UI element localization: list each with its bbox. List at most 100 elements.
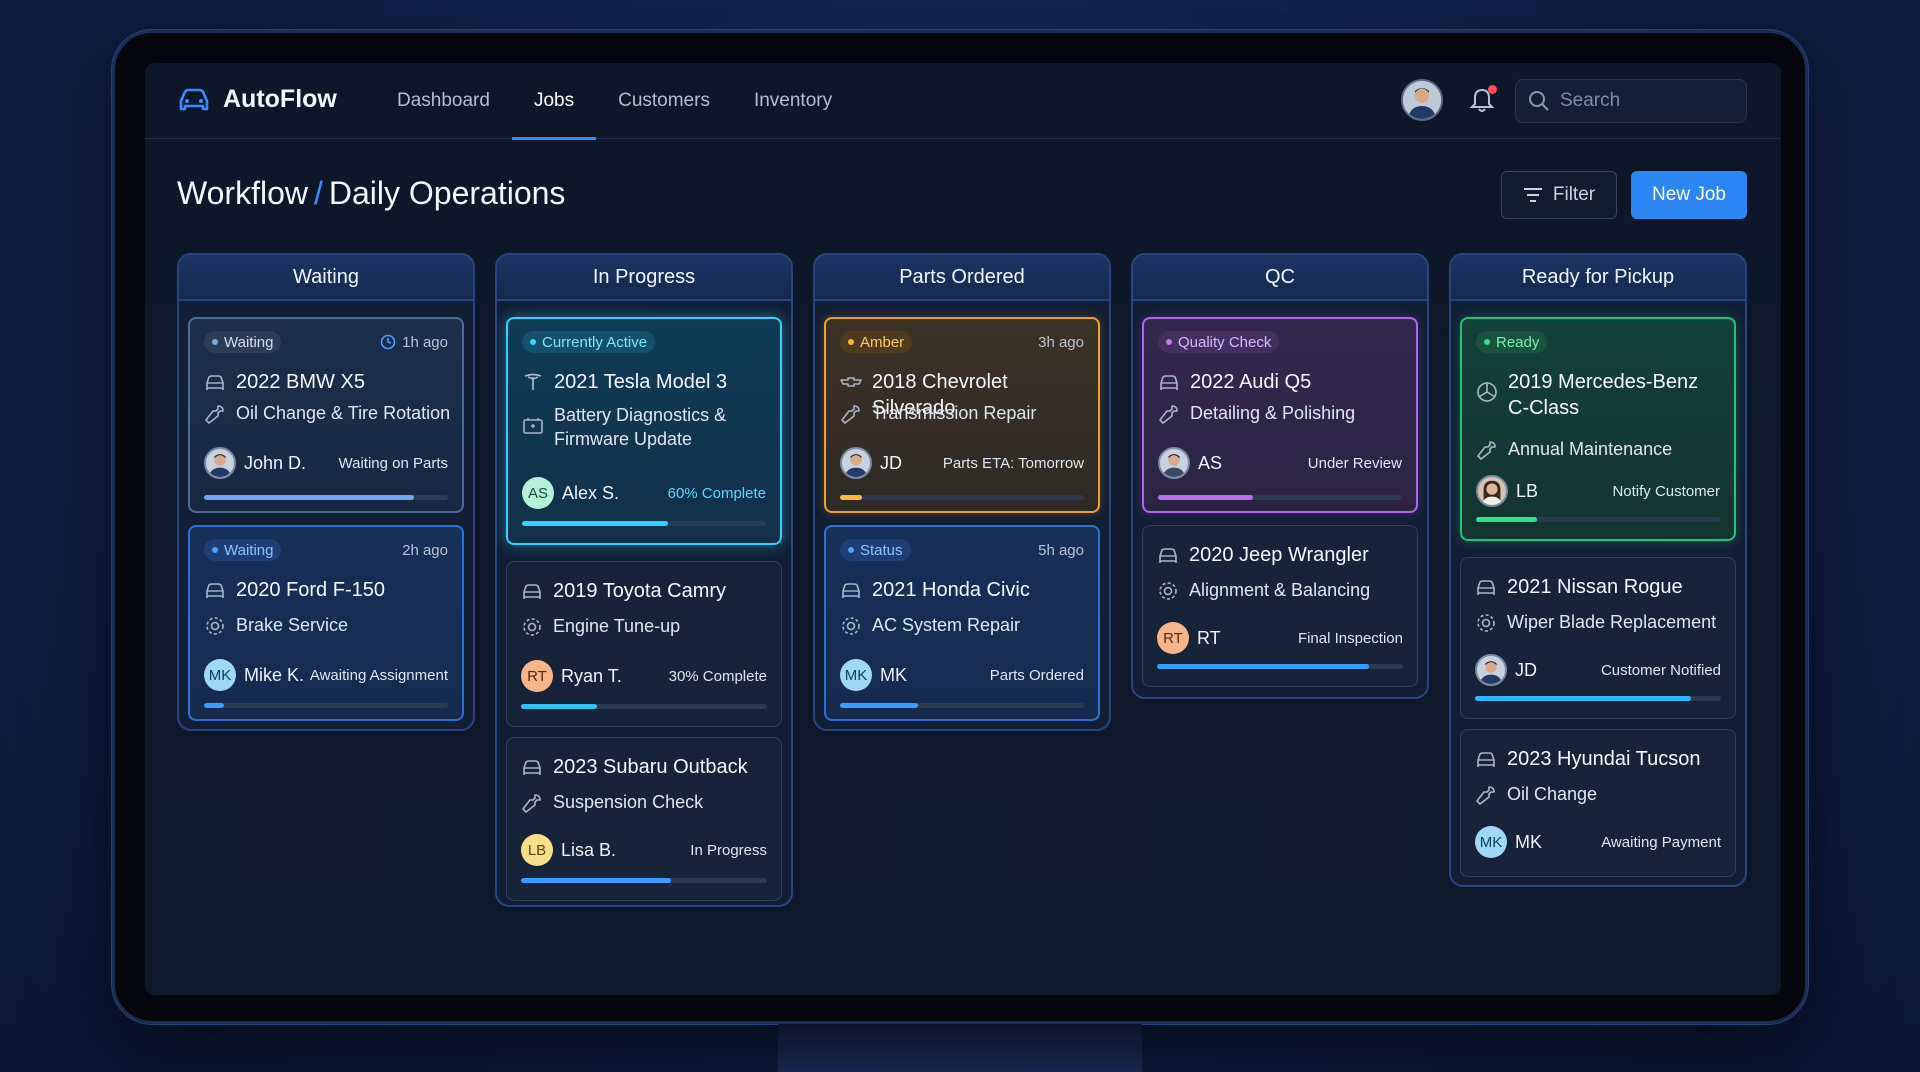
job-status: Parts ETA: Tomorrow: [942, 454, 1084, 472]
time-ago: 3h ago: [1038, 333, 1084, 351]
assignee-avatar: [840, 447, 872, 479]
vehicle-name: 2019 Toyota Camry: [553, 580, 727, 602]
job-status: Final Inspection: [1297, 629, 1403, 647]
assignee-avatar: AS: [522, 477, 554, 509]
car-icon: [1160, 375, 1178, 390]
column-header: In Progress: [497, 255, 791, 301]
wrench-icon: [522, 794, 541, 813]
search-box[interactable]: [1515, 79, 1747, 123]
car-icon: [206, 375, 224, 390]
job-card[interactable]: Quality Check 2022 Audi Q5 Detailing & P…: [1142, 317, 1418, 513]
assignee-name: MK: [880, 664, 907, 685]
progress-bar: [204, 495, 448, 500]
assignee-name: AS: [1198, 452, 1223, 473]
filter-button[interactable]: Filter: [1501, 171, 1617, 219]
job-card[interactable]: 2019 Toyota Camry Engine Tune-up RT Ryan…: [506, 561, 782, 727]
wrench-icon: [1477, 441, 1496, 460]
progress-bar: [1476, 517, 1720, 522]
vehicle-name: 2021 Honda Civic: [872, 579, 1030, 601]
wrench-icon: [841, 405, 860, 424]
vehicle-name: 2022 Audi Q5: [1190, 371, 1312, 393]
assignee-name: Alex S.: [562, 482, 620, 503]
job-card[interactable]: 2023 Subaru Outback Suspension Check LB …: [506, 737, 782, 901]
job-status: Notify Customer: [1612, 482, 1720, 500]
vehicle-name: 2020 Jeep Wrangler: [1189, 544, 1369, 566]
vehicle-name: 2021 Nissan Rogue: [1507, 576, 1683, 598]
progress-fill: [521, 878, 672, 883]
status-badge: Status: [840, 539, 911, 561]
user-avatar[interactable]: [1401, 79, 1443, 121]
logo[interactable]: AutoFlow: [177, 85, 337, 114]
time-ago: 1h ago: [380, 334, 448, 351]
nav-jobs[interactable]: Jobs: [511, 63, 597, 140]
vehicle-name: 2022 BMW X5: [236, 371, 365, 393]
nav-dashboard[interactable]: Dashboard: [375, 63, 512, 139]
assignee-avatar: [1158, 447, 1190, 479]
time-ago: 5h ago: [1038, 541, 1084, 559]
status-badge: Quality Check: [1158, 331, 1280, 353]
gear-icon: [1477, 614, 1495, 632]
breadcrumb-root[interactable]: Workflow: [177, 175, 308, 211]
person-icon: [1479, 661, 1503, 684]
progress-fill: [840, 495, 862, 500]
notification-dot: [1488, 85, 1497, 94]
service-name: Suspension Check: [553, 792, 704, 812]
assignee-name: LB: [1516, 480, 1539, 501]
job-card[interactable]: Status 5h ago 2021 Honda Civic AC System…: [824, 525, 1100, 721]
progress-bar: [1158, 495, 1402, 500]
job-card[interactable]: Ready 2019 Mercedes-Benz C-Class Annual …: [1460, 317, 1736, 541]
column-header: QC: [1133, 255, 1427, 301]
new-job-button[interactable]: New Job: [1631, 171, 1747, 219]
progress-fill: [1158, 495, 1254, 500]
job-card[interactable]: Currently Active 2021 Tesla Model 3 Batt…: [506, 317, 782, 545]
job-card[interactable]: Waiting 1h ago 2022 BMW X5 Oil Change & …: [188, 317, 464, 513]
car-icon: [842, 583, 860, 598]
job-card[interactable]: 2023 Hyundai Tucson Oil Change MK MK Awa…: [1460, 729, 1736, 877]
progress-bar: [521, 878, 767, 883]
job-card[interactable]: 2021 Nissan Rogue Wiper Blade Replacemen…: [1460, 557, 1736, 719]
status-badge: Currently Active: [522, 331, 656, 353]
progress-fill: [522, 521, 669, 526]
assignee-avatar: [1475, 654, 1507, 686]
assignee-name: Lisa B.: [561, 839, 617, 860]
column-waiting: Waiting Waiting 1h ago 2022 BMW X5 Oil C…: [177, 253, 475, 731]
gear-icon: [523, 618, 541, 636]
service-name: Engine Tune-up: [553, 616, 681, 636]
search-input[interactable]: [1560, 90, 1730, 112]
column-header: Waiting: [179, 255, 473, 301]
nav-inventory[interactable]: Inventory: [732, 63, 854, 139]
job-status: In Progress: [690, 841, 767, 859]
service-name: Oil Change & Tire Rotation: [236, 403, 451, 423]
nav-customers[interactable]: Customers: [596, 63, 732, 139]
job-card[interactable]: Waiting 2h ago 2020 Ford F-150 Brake Ser…: [188, 525, 464, 721]
filter-label: Filter: [1552, 184, 1596, 205]
assignee-name: JD: [1515, 659, 1537, 680]
car-icon: [1477, 752, 1495, 767]
assignee-avatar: MK: [1475, 826, 1507, 858]
progress-bar: [1157, 664, 1403, 669]
assignee-name: RT: [1197, 627, 1221, 648]
job-card[interactable]: 2020 Jeep Wrangler Alignment & Balancing…: [1142, 525, 1418, 687]
assignee-avatar: [1476, 475, 1508, 507]
assignee-name: Mike K.: [244, 664, 305, 685]
job-status: Awaiting Assignment: [309, 666, 448, 684]
status-badge: Amber: [840, 331, 913, 353]
car-icon: [1477, 580, 1495, 595]
app-name: AutoFlow: [223, 85, 337, 113]
job-card[interactable]: Amber 3h ago 2018 Chevrolet Silverado Tr…: [824, 317, 1100, 513]
service-name: Oil Change: [1507, 784, 1598, 804]
monitor-stand: [778, 1024, 1142, 1072]
person-icon: [1481, 480, 1503, 505]
assignee-name: John D.: [244, 452, 307, 473]
gear-icon: [842, 617, 860, 635]
column-header: Parts Ordered: [815, 255, 1109, 301]
gear-icon: [1159, 582, 1177, 600]
vehicle-name: 2021 Tesla Model 3: [554, 371, 728, 393]
car-icon: [523, 760, 541, 775]
column-qc: QC Quality Check 2022 Audi Q5 Detailing …: [1131, 253, 1429, 699]
service-name: Alignment & Balancing: [1189, 580, 1371, 600]
monitor-frame: AutoFlow Dashboard Jobs Customers Invent…: [112, 30, 1808, 1024]
car-icon: [206, 583, 224, 598]
assignee-name: MK: [1515, 831, 1542, 852]
tesla-logo-icon: [524, 373, 542, 390]
